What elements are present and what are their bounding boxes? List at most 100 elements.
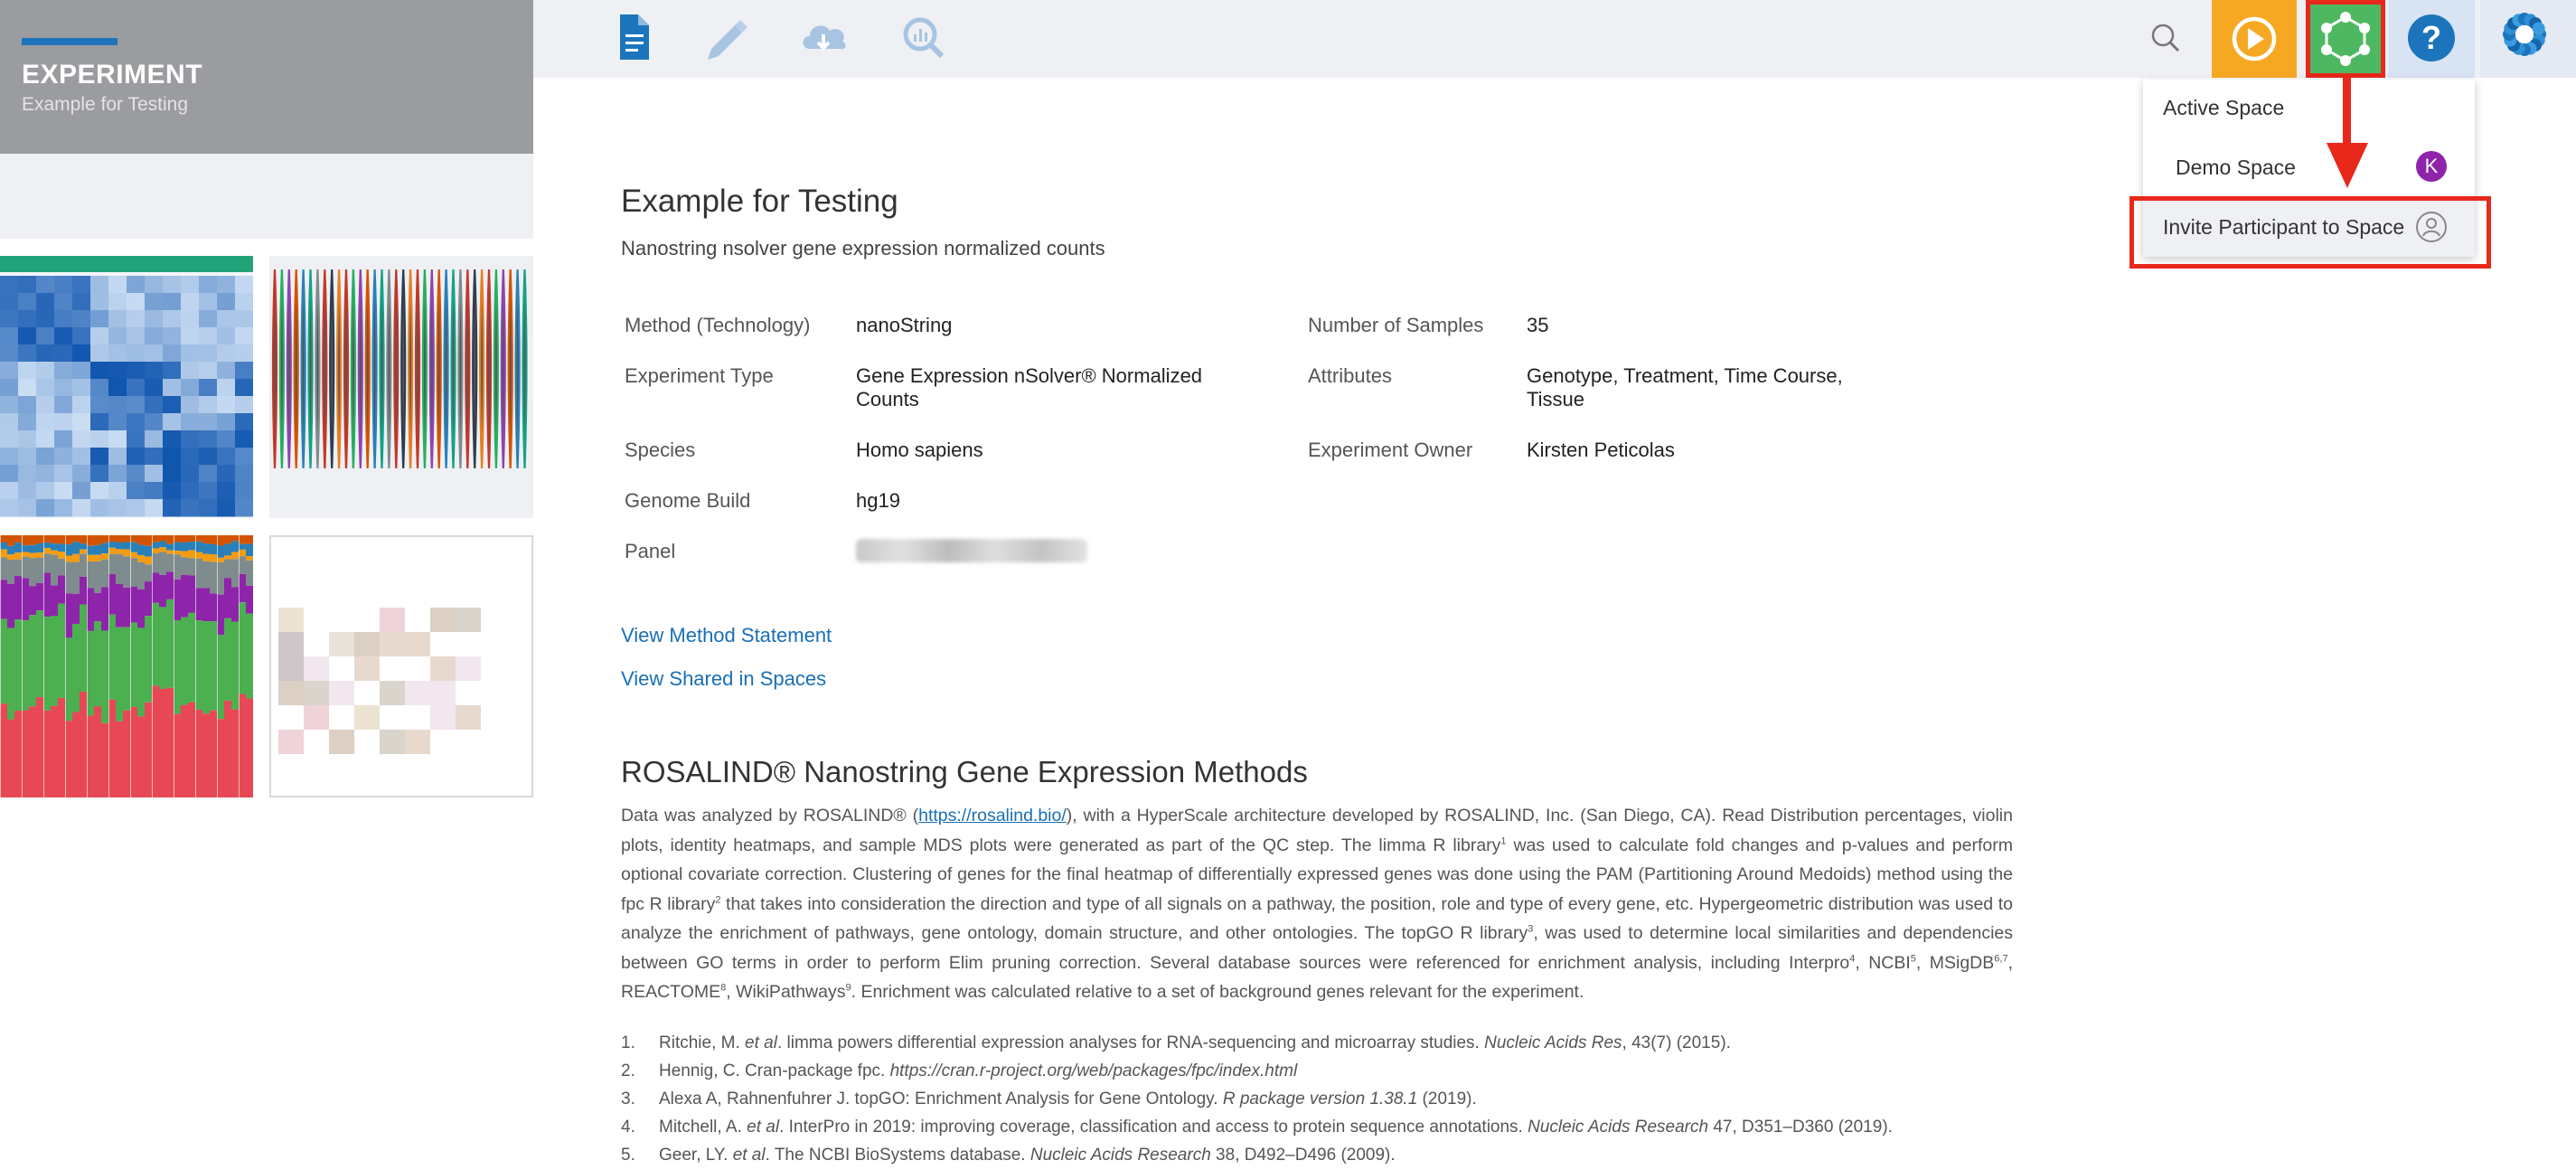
heatmap-cell bbox=[217, 413, 236, 431]
stack-segment bbox=[87, 546, 94, 555]
stack-segment bbox=[116, 584, 123, 627]
heatmap-cell bbox=[199, 430, 218, 448]
field-label-experiment-owner: Experiment Owner bbox=[1308, 439, 1472, 462]
heatmap-cell bbox=[181, 499, 200, 517]
stack-segment bbox=[123, 627, 130, 711]
pen-icon[interactable] bbox=[699, 9, 755, 65]
stack-segment bbox=[80, 692, 87, 797]
stack-segment bbox=[166, 535, 174, 544]
heatmap-cell bbox=[108, 362, 127, 380]
logo-petal bbox=[2533, 22, 2545, 34]
mds-pixel bbox=[456, 705, 481, 730]
play-button[interactable] bbox=[2212, 0, 2297, 78]
heatmap-cell bbox=[0, 310, 19, 328]
stack-segment bbox=[195, 620, 202, 710]
stack-segment bbox=[202, 621, 210, 713]
heatmap-cell bbox=[181, 482, 200, 500]
stack-segment bbox=[181, 551, 188, 557]
bar-divider bbox=[87, 535, 88, 797]
violin-shape bbox=[430, 269, 434, 468]
heatmap-cell bbox=[235, 362, 253, 380]
heatmap-cell bbox=[18, 430, 37, 448]
reference-item: 3.Alexa A, Rahnenfuhrer J. topGO: Enrich… bbox=[621, 1085, 2067, 1113]
stack-segment bbox=[145, 546, 152, 557]
stack-segment bbox=[174, 551, 181, 554]
stack-segment bbox=[246, 698, 253, 797]
stack-segment bbox=[101, 553, 108, 560]
cloud-download-icon[interactable] bbox=[795, 9, 851, 65]
mds-pixel bbox=[278, 730, 304, 754]
stack-segment bbox=[181, 705, 188, 797]
heatmap-cell bbox=[72, 396, 91, 414]
stack-segment bbox=[159, 607, 166, 689]
help-button[interactable]: ? bbox=[2388, 0, 2475, 78]
stack-segment bbox=[166, 551, 174, 554]
bar-divider bbox=[22, 535, 23, 797]
panel-value-redacted bbox=[856, 539, 1087, 562]
stack-segment bbox=[36, 583, 43, 610]
stack-segment bbox=[101, 723, 108, 797]
heatmap-cell bbox=[54, 327, 73, 345]
stack-segment bbox=[217, 535, 224, 545]
heatmap-cell bbox=[72, 327, 91, 345]
rosalind-logo[interactable] bbox=[2480, 0, 2576, 78]
stack-segment bbox=[123, 556, 130, 588]
violin-shape bbox=[437, 269, 441, 468]
heatmap-cell bbox=[235, 499, 253, 517]
heatmap-cell bbox=[90, 293, 109, 311]
mds-pixel bbox=[304, 705, 329, 730]
stack-segment bbox=[152, 603, 159, 685]
stack-segment bbox=[231, 622, 239, 710]
stack-segment bbox=[195, 588, 202, 620]
stack-segment bbox=[65, 544, 72, 555]
stack-segment bbox=[94, 706, 101, 797]
view-shared-in-spaces-link[interactable]: View Shared in Spaces bbox=[621, 667, 826, 691]
spaces-button[interactable] bbox=[2306, 0, 2385, 78]
stack-segment bbox=[94, 535, 101, 545]
mds-pixel bbox=[354, 656, 380, 681]
stack-segment bbox=[14, 552, 22, 559]
stack-segment bbox=[43, 548, 51, 553]
stack-segment bbox=[29, 535, 36, 545]
stack-segment bbox=[58, 543, 65, 552]
field-label-species: Species bbox=[625, 439, 695, 462]
read-distribution-thumbnail[interactable] bbox=[0, 535, 253, 797]
stack-segment bbox=[22, 578, 29, 620]
heatmap-cell bbox=[217, 465, 236, 483]
stack-segment bbox=[210, 562, 217, 594]
heatmap-cell bbox=[90, 465, 109, 483]
stack-segment bbox=[108, 574, 116, 615]
violin-shape bbox=[337, 269, 341, 468]
violin-shape bbox=[465, 269, 469, 468]
mds-plot-thumbnail[interactable] bbox=[269, 535, 533, 797]
file-icon[interactable] bbox=[606, 9, 662, 65]
heatmap-cell bbox=[163, 379, 182, 397]
heatmap-cell bbox=[217, 362, 236, 380]
rosalind-link[interactable]: https://rosalind.bio/ bbox=[918, 806, 1067, 826]
heatmap-cell bbox=[127, 327, 146, 345]
heatmap-cell bbox=[54, 293, 73, 311]
bar-divider bbox=[217, 535, 218, 797]
demo-space-item[interactable]: Demo Space bbox=[2176, 156, 2296, 180]
violin-plot-thumbnail[interactable] bbox=[269, 256, 533, 518]
heatmap-cell bbox=[235, 293, 253, 311]
heatmap-cell bbox=[235, 276, 253, 294]
mds-pixel bbox=[380, 681, 405, 705]
heatmap-cell bbox=[36, 430, 55, 448]
heatmap-cell bbox=[18, 362, 37, 380]
mds-pixel bbox=[278, 656, 304, 681]
stack-segment bbox=[145, 564, 152, 581]
heatmap-cell bbox=[54, 344, 73, 363]
violin-shape bbox=[523, 269, 527, 468]
heatmap-cell bbox=[108, 396, 127, 414]
mds-pixel bbox=[380, 730, 405, 754]
identity-heatmap-thumbnail[interactable] bbox=[0, 256, 253, 518]
heatmap-cell bbox=[217, 396, 236, 414]
chart-search-icon[interactable] bbox=[895, 9, 951, 65]
view-method-statement-link[interactable]: View Method Statement bbox=[621, 624, 832, 647]
stack-segment bbox=[166, 571, 174, 599]
heatmap-cell bbox=[127, 448, 146, 466]
rosalind-logo-icon bbox=[2480, 0, 2576, 78]
search-icon[interactable] bbox=[2148, 20, 2184, 56]
field-label-experiment-type: Experiment Type bbox=[625, 364, 774, 388]
